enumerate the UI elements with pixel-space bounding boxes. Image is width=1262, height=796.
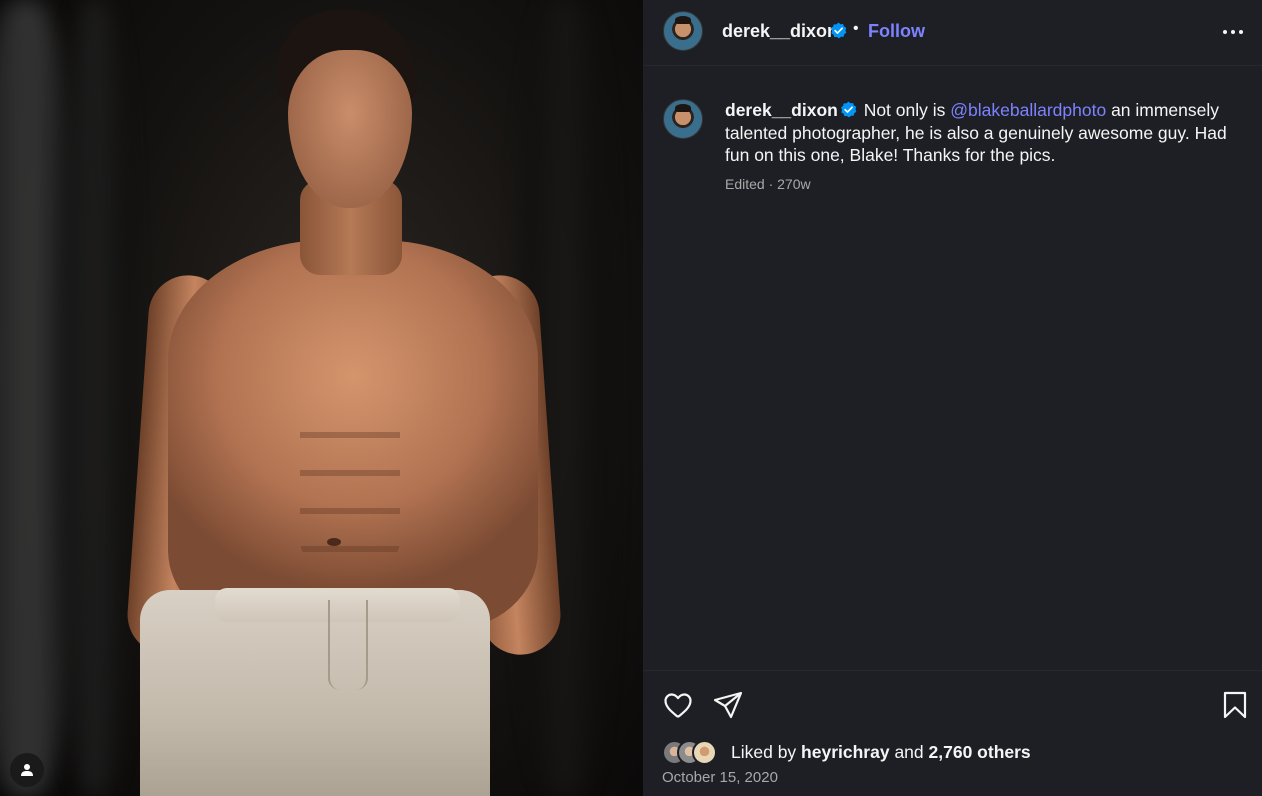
- user-icon: [21, 764, 33, 776]
- heart-icon[interactable]: [662, 689, 694, 721]
- liked-by-connector: and: [889, 742, 929, 762]
- caption-text-start: Not only is: [858, 100, 951, 120]
- photo-subject-drawstring: [328, 600, 368, 690]
- tagged-users-button[interactable]: [10, 753, 44, 787]
- liked-by-text: Liked by heyrichray and 2,760 others: [731, 742, 1031, 763]
- author-username[interactable]: derek__dixon: [722, 21, 838, 42]
- post-header: derek__dixon • Follow: [643, 0, 1262, 66]
- send-icon[interactable]: [712, 689, 744, 721]
- liked-by-prefix: Liked by: [731, 742, 802, 762]
- likes-others-link[interactable]: 2,760 others: [929, 742, 1031, 762]
- liker-username[interactable]: heyrichray: [801, 742, 890, 762]
- caption-meta: Edited · 270w: [725, 176, 811, 192]
- author-avatar[interactable]: [663, 11, 703, 51]
- caption-username[interactable]: derek__dixon: [725, 100, 838, 120]
- caption-text: derek__dixon Not only is @blakeballardph…: [725, 99, 1245, 167]
- post-date[interactable]: October 15, 2020: [662, 769, 778, 786]
- verified-badge-icon: [831, 22, 847, 39]
- post-details-panel: derek__dixon • Follow derek__dixon Not o…: [643, 0, 1262, 796]
- photo-subject: [0, 0, 643, 796]
- caption-author-avatar[interactable]: [663, 99, 703, 139]
- verified-badge-icon: [840, 101, 857, 118]
- bookmark-icon[interactable]: [1219, 689, 1251, 721]
- photo-subject-navel: [327, 538, 341, 546]
- header-separator: •: [853, 20, 859, 37]
- post-photo[interactable]: [0, 0, 643, 796]
- more-horizontal-icon[interactable]: [1221, 22, 1245, 42]
- post-actions: Liked by heyrichray and 2,760 others Oct…: [643, 670, 1262, 796]
- mention-link[interactable]: @blakeballardphoto: [950, 100, 1106, 120]
- photo-subject-abs: [300, 400, 400, 570]
- liker-avatar[interactable]: [692, 740, 717, 765]
- follow-button[interactable]: Follow: [868, 21, 925, 42]
